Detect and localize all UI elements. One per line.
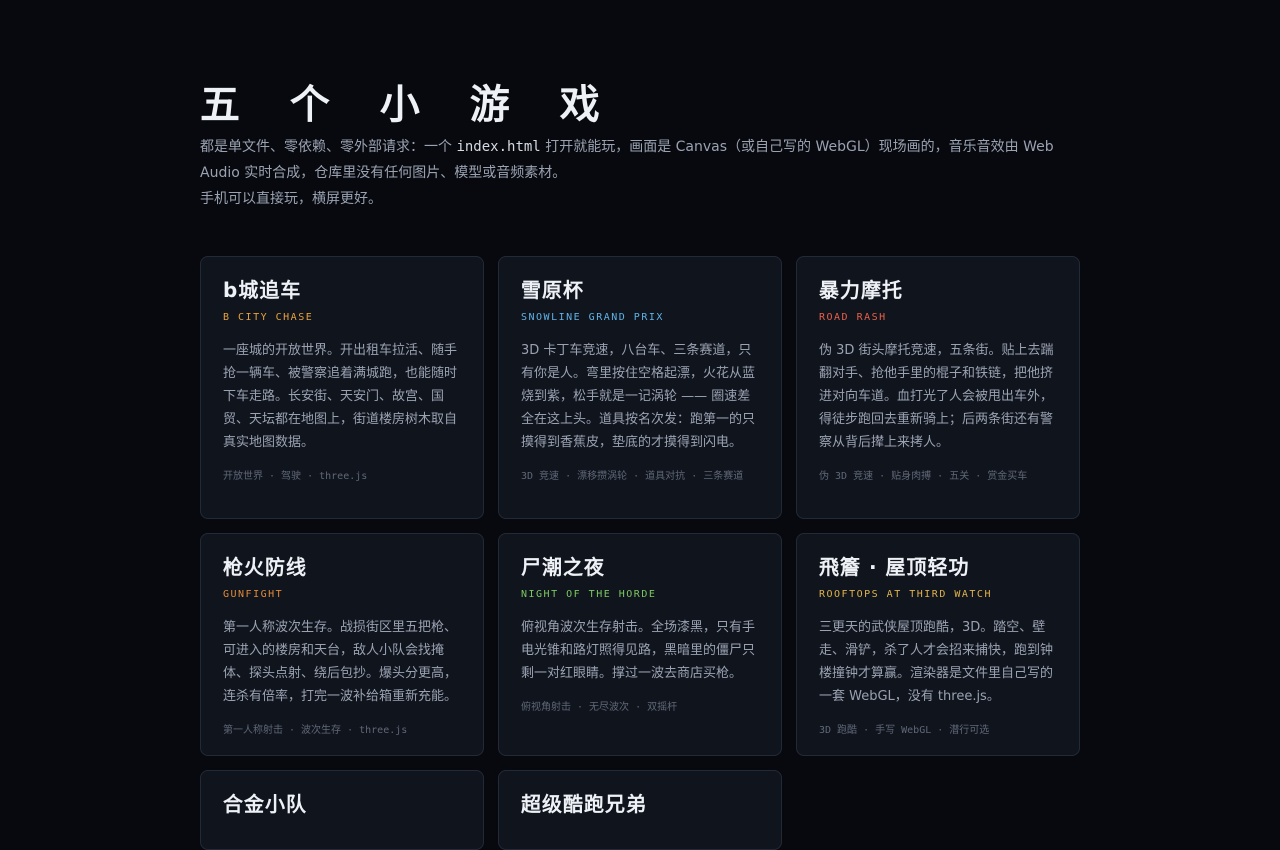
card-subtitle: ROAD RASH	[819, 312, 887, 323]
page-title: 五 个 小 游 戏	[200, 82, 618, 128]
card-tags: 开放世界 · 驾驶 · three.js	[223, 471, 368, 482]
card-title: 雪原杯	[521, 278, 584, 302]
card-subtitle: NIGHT OF THE HORDE	[521, 589, 657, 600]
card-title: 合金小队	[223, 792, 307, 816]
card-subtitle: GUNFIGHT	[223, 589, 284, 600]
intro-line-1: 都是单文件、零依赖、零外部请求：一个 index.html 打开就能玩，画面是 …	[200, 134, 1080, 186]
card-description: 伪 3D 街头摩托竞速，五条街。贴上去踹翻对手、抢他手里的棍子和铁链，把他挤进对…	[819, 343, 1054, 450]
card-description: 俯视角波次生存射击。全场漆黑，只有手电光锥和路灯照得见路，黑暗里的僵尸只剩一对红…	[521, 620, 756, 681]
page-intro: 都是单文件、零依赖、零外部请求：一个 index.html 打开就能玩，画面是 …	[200, 134, 1080, 212]
card-title: 枪火防线	[223, 555, 307, 579]
game-card-rooftops-at-third-watch[interactable]: 飛簷 · 屋顶轻功 ROOFTOPS AT THIRD WATCH 三更天的武侠…	[796, 533, 1080, 756]
card-tags: 第一人称射击 · 波次生存 · three.js	[223, 725, 408, 736]
card-description: 第一人称波次生存。战损街区里五把枪、可进入的楼房和天台，敌人小队会找掩体、探头点…	[223, 620, 458, 704]
intro-line-2: 手机可以直接玩，横屏更好。	[200, 191, 382, 207]
game-card-snowline-grand-prix[interactable]: 雪原杯 SNOWLINE GRAND PRIX 3D 卡丁车竞速，八台车、三条赛…	[498, 256, 782, 519]
card-subtitle: ROOFTOPS AT THIRD WATCH	[819, 589, 992, 600]
card-tags: 俯视角射击 · 无尽波次 · 双摇杆	[521, 702, 678, 713]
game-card-grid: b城追车 B CITY CHASE 一座城的开放世界。开出租车拉活、随手抢一辆车…	[200, 256, 1080, 850]
game-card-gunfight[interactable]: 枪火防线 GUNFIGHT 第一人称波次生存。战损街区里五把枪、可进入的楼房和天…	[200, 533, 484, 756]
card-title: 超级酷跑兄弟	[521, 792, 647, 816]
card-title: b城追车	[223, 278, 302, 302]
card-subtitle: B CITY CHASE	[223, 312, 314, 323]
card-description: 一座城的开放世界。开出租车拉活、随手抢一辆车、被警察追着满城跑，也能随时下车走路…	[223, 343, 458, 450]
card-tags: 3D 竞速 · 漂移攒涡轮 · 道具对抗 · 三条赛道	[521, 471, 744, 482]
intro-code: index.html	[456, 139, 541, 155]
card-subtitle: SNOWLINE GRAND PRIX	[521, 312, 664, 323]
card-tags: 3D 跑酷 · 手写 WebGL · 潜行可选	[819, 725, 990, 736]
card-tags: 伪 3D 竞速 · 贴身肉搏 · 五关 · 赏金买车	[819, 471, 1028, 482]
card-title: 飛簷 · 屋顶轻功	[819, 555, 970, 579]
game-card-b-city-chase[interactable]: b城追车 B CITY CHASE 一座城的开放世界。开出租车拉活、随手抢一辆车…	[200, 256, 484, 519]
card-description: 3D 卡丁车竞速，八台车、三条赛道，只有你是人。弯里按住空格起漂，火花从蓝烧到紫…	[521, 343, 756, 450]
card-title: 暴力摩托	[819, 278, 903, 302]
card-title: 尸潮之夜	[521, 555, 605, 579]
game-card-super-parkour-brothers[interactable]: 超级酷跑兄弟	[498, 770, 782, 850]
card-description: 三更天的武侠屋顶跑酷，3D。踏空、壁走、滑铲，杀了人才会招来捕快，跑到钟楼撞钟才…	[819, 620, 1054, 704]
game-card-night-of-the-horde[interactable]: 尸潮之夜 NIGHT OF THE HORDE 俯视角波次生存射击。全场漆黑，只…	[498, 533, 782, 756]
game-card-metal-squad[interactable]: 合金小队	[200, 770, 484, 850]
intro-text-1: 都是单文件、零依赖、零外部请求：一个	[200, 139, 457, 155]
game-card-road-rash[interactable]: 暴力摩托 ROAD RASH 伪 3D 街头摩托竞速，五条街。贴上去踹翻对手、抢…	[796, 256, 1080, 519]
